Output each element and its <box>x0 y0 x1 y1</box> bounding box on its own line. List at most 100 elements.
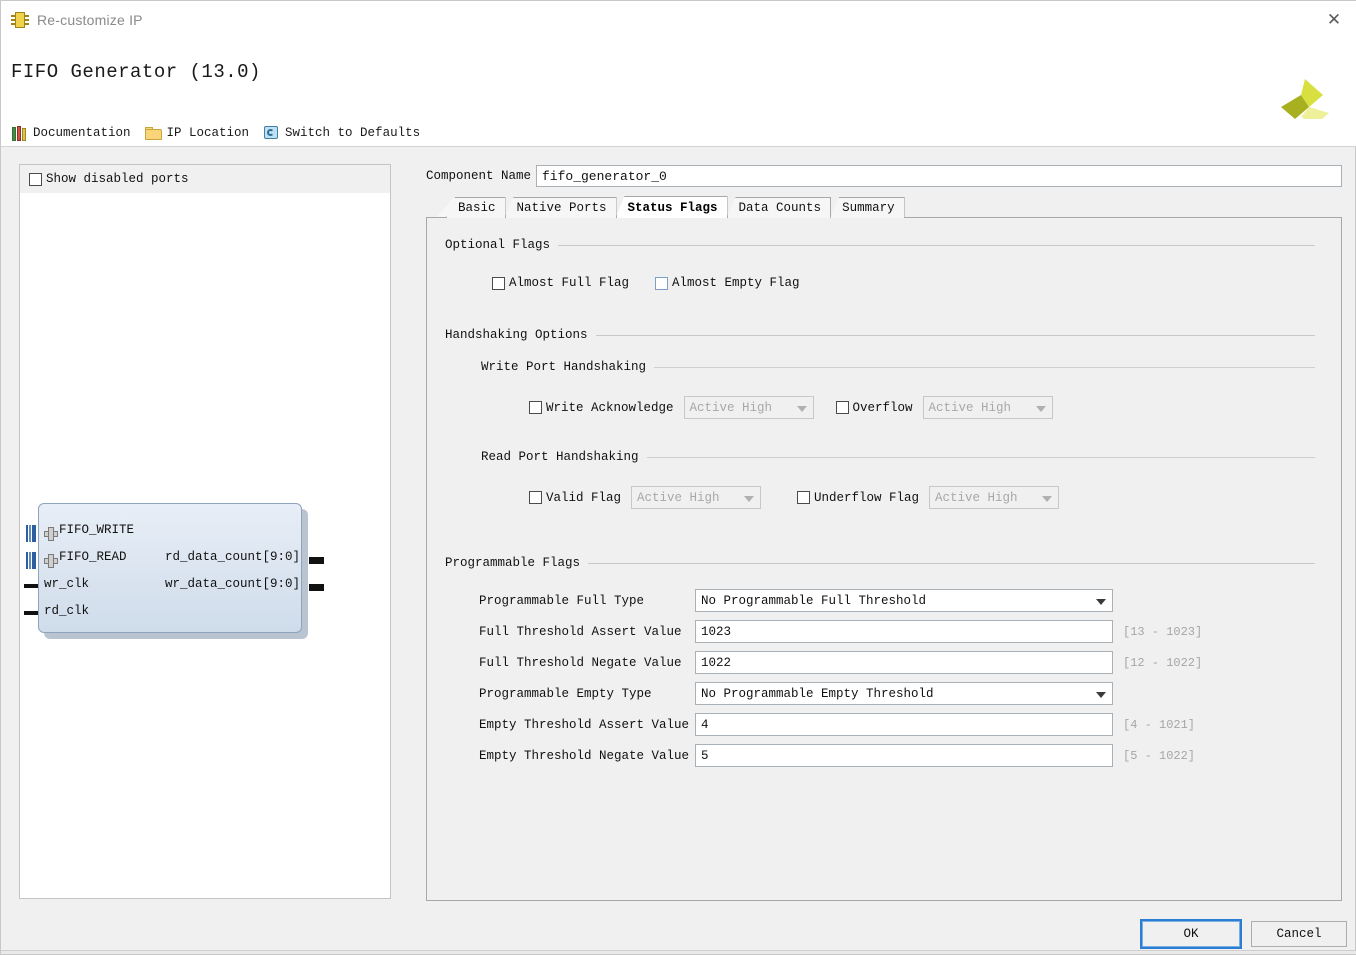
programmable-empty-type-select[interactable]: No Programmable Empty Threshold <box>695 682 1113 705</box>
expand-icon-fifo-read[interactable] <box>44 554 58 568</box>
show-disabled-ports-checkbox[interactable]: Show disabled ports <box>29 172 189 186</box>
programmable-full-type-label: Programmable Full Type <box>479 593 645 608</box>
tab-data-counts-label: Data Counts <box>738 201 822 215</box>
checkbox-box[interactable] <box>529 401 542 414</box>
ip-chip-icon <box>11 11 29 29</box>
chevron-down-icon <box>744 495 755 502</box>
tab-summary-label: Summary <box>842 201 895 215</box>
divider <box>558 244 1315 246</box>
toolbar: Documentation IP Location Switch to Defa… <box>1 119 1356 147</box>
clk-stub-rd-clk <box>24 611 38 615</box>
tab-data-counts[interactable]: Data Counts <box>726 197 832 218</box>
full-threshold-negate-range: [12 - 1022] <box>1123 655 1203 670</box>
read-port-handshaking-title: Read Port Handshaking <box>481 450 639 464</box>
overflow-polarity-select[interactable]: Active High <box>922 396 1053 419</box>
chevron-down-icon <box>1042 495 1053 502</box>
write-acknowledge-polarity-select[interactable]: Active High <box>683 396 814 419</box>
expand-icon-fifo-write[interactable] <box>44 527 58 541</box>
checkbox-box[interactable] <box>29 172 42 186</box>
underflow-flag-polarity-value: Active High <box>935 490 1018 505</box>
overflow-label: Overflow <box>852 400 913 415</box>
component-name-label: Component Name <box>426 169 532 183</box>
tab-basic-label: Basic <box>458 201 496 215</box>
empty-threshold-assert-range: [4 - 1021] <box>1123 717 1196 732</box>
documentation-label: Documentation <box>33 125 131 140</box>
checkbox-box[interactable] <box>655 276 669 290</box>
handshaking-title: Handshaking Options <box>445 328 588 342</box>
valid-flag-checkbox[interactable]: Valid Flag <box>529 491 621 505</box>
tab-status-flags[interactable]: Status Flags <box>615 196 728 218</box>
status-flags-pane: Optional Flags Almost Full Flag Almost E… <box>426 218 1342 901</box>
out-stub-wr-data-count <box>309 584 324 591</box>
show-disabled-ports-label: Show disabled ports <box>46 172 189 186</box>
page-title: FIFO Generator (13.0) <box>11 61 261 83</box>
port-label-wr-data-count: wr_data_count[9:0] <box>164 577 300 591</box>
bus-stub-fifo-read <box>26 552 36 569</box>
component-name-input[interactable]: fifo_generator_0 <box>536 165 1342 187</box>
write-acknowledge-row: Write Acknowledge Active High Overflow A… <box>529 396 1053 419</box>
programmable-full-type-value: No Programmable Full Threshold <box>701 593 927 608</box>
ok-button-label: OK <box>1183 927 1199 941</box>
empty-threshold-negate-row: Empty Threshold Negate Value 5 [5 - 1022… <box>479 744 1269 767</box>
component-name-row: Component Name fifo_generator_0 <box>426 164 1342 188</box>
write-acknowledge-label: Write Acknowledge <box>546 400 674 415</box>
divider <box>646 456 1315 458</box>
tab-native-ports[interactable]: Native Ports <box>504 197 617 218</box>
port-label-rd-data-count: rd_data_count[9:0] <box>164 550 300 564</box>
empty-threshold-negate-label: Empty Threshold Negate Value <box>479 748 690 763</box>
tab-basic[interactable]: Basic <box>446 197 506 218</box>
programmable-full-type-select[interactable]: No Programmable Full Threshold <box>695 589 1113 612</box>
almost-empty-flag-checkbox[interactable]: Almost Empty Flag <box>655 276 800 290</box>
underflow-flag-polarity-select[interactable]: Active High <box>929 486 1060 509</box>
checkbox-box[interactable] <box>797 491 811 504</box>
clk-stub-wr-clk <box>24 584 38 588</box>
valid-flag-polarity-value: Active High <box>637 490 720 505</box>
chevron-down-icon <box>1096 598 1106 605</box>
fifo-block-symbol: FIFO_WRITE FIFO_READ wr_clk rd_clk rd_da… <box>24 503 324 639</box>
port-label-fifo-write: FIFO_WRITE <box>59 523 135 537</box>
taskbar-sliver <box>1 950 1356 954</box>
valid-flag-polarity-select[interactable]: Active High <box>631 486 762 509</box>
close-icon[interactable]: ✕ <box>1319 7 1349 33</box>
documentation-button[interactable]: Documentation <box>7 121 135 145</box>
out-stub-rd-data-count <box>309 557 324 564</box>
chevron-down-icon <box>1035 405 1046 412</box>
ok-button[interactable]: OK <box>1140 919 1242 949</box>
full-threshold-assert-input[interactable]: 1023 <box>695 620 1113 643</box>
config-panel: Component Name fifo_generator_0 Basic Na… <box>426 161 1342 901</box>
almost-full-flag-checkbox[interactable]: Almost Full Flag <box>492 276 629 290</box>
books-icon <box>11 125 28 141</box>
switch-to-defaults-button[interactable]: Switch to Defaults <box>259 121 424 145</box>
empty-threshold-negate-input[interactable]: 5 <box>695 744 1113 767</box>
full-threshold-assert-label: Full Threshold Assert Value <box>479 624 682 639</box>
switch-to-defaults-label: Switch to Defaults <box>285 125 421 140</box>
full-threshold-assert-row: Full Threshold Assert Value 1023 [13 - 1… <box>479 620 1269 643</box>
underflow-flag-checkbox[interactable]: Underflow Flag <box>797 491 919 505</box>
programmable-flags-title: Programmable Flags <box>445 556 581 570</box>
full-threshold-negate-input[interactable]: 1022 <box>695 651 1113 674</box>
checkbox-box[interactable] <box>835 401 849 414</box>
ip-location-button[interactable]: IP Location <box>141 121 254 145</box>
optional-flags-title: Optional Flags <box>445 238 551 252</box>
valid-flag-label: Valid Flag <box>546 490 622 505</box>
overflow-polarity-value: Active High <box>928 400 1012 415</box>
tab-native-ports-label: Native Ports <box>516 201 607 215</box>
tab-summary[interactable]: Summary <box>830 197 905 218</box>
optional-flags-row: Almost Full Flag Almost Empty Flag <box>492 276 800 290</box>
checkbox-box[interactable] <box>492 276 505 290</box>
tab-bar: Basic Native Ports Status Flags Data Cou… <box>426 196 1342 218</box>
empty-threshold-assert-input[interactable]: 4 <box>695 713 1113 736</box>
programmable-empty-type-label: Programmable Empty Type <box>479 686 652 701</box>
programmable-empty-type-value: No Programmable Empty Threshold <box>701 686 934 701</box>
overflow-checkbox[interactable]: Overflow <box>835 400 913 415</box>
cancel-button[interactable]: Cancel <box>1251 921 1347 947</box>
tab-status-flags-label: Status Flags <box>627 200 718 215</box>
full-threshold-negate-label: Full Threshold Negate Value <box>479 655 682 670</box>
valid-flag-row: Valid Flag Active High Underflow Flag Ac… <box>529 486 1060 509</box>
chevron-down-icon <box>796 405 807 412</box>
re-customize-ip-dialog: Re-customize IP ✕ FIFO Generator (13.0) … <box>0 0 1356 955</box>
checkbox-box[interactable] <box>529 491 542 504</box>
write-acknowledge-checkbox[interactable]: Write Acknowledge <box>529 401 674 415</box>
port-label-rd-clk: rd_clk <box>44 604 90 618</box>
divider <box>588 562 1315 564</box>
